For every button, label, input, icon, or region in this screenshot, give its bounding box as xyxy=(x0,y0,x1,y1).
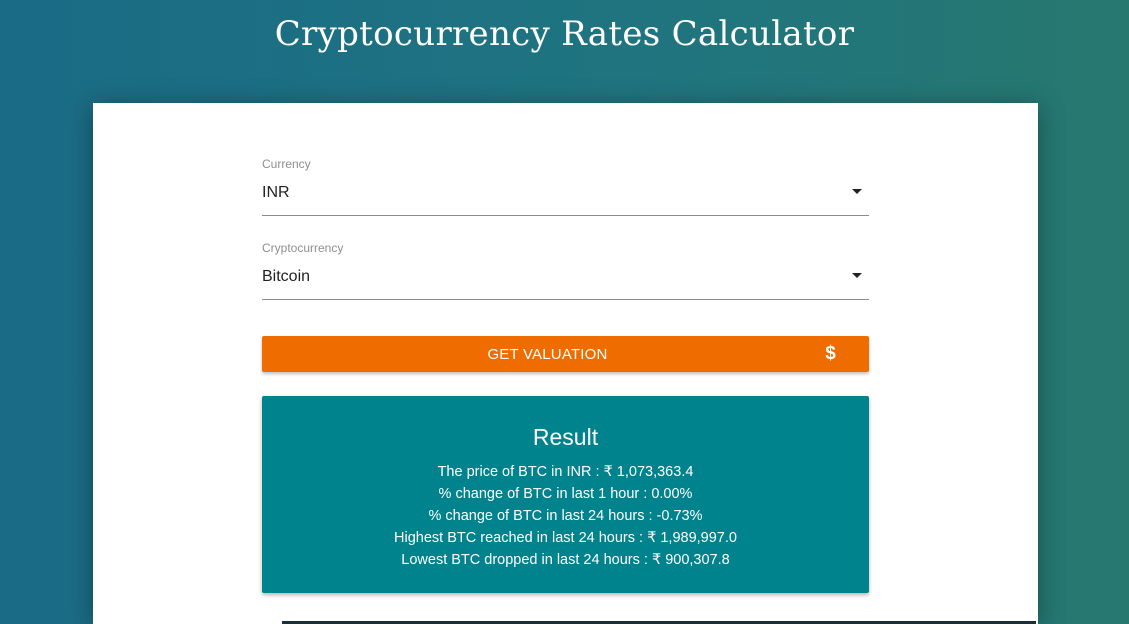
dollar-icon: $ xyxy=(825,343,836,364)
get-valuation-label: GET VALUATION xyxy=(487,346,608,363)
result-list: The price of BTC in INR : ₹ 1,073,363.4 … xyxy=(262,461,869,571)
result-line-low-24h: Lowest BTC dropped in last 24 hours : ₹ … xyxy=(401,552,730,568)
caret-down-icon[interactable] xyxy=(852,189,862,194)
calculator-card: Currency INR Cryptocurrency Bitcoin GET … xyxy=(93,103,1038,624)
result-line-change-1h: % change of BTC in last 1 hour : 0.00% xyxy=(438,486,693,502)
cryptocurrency-value: Bitcoin xyxy=(262,268,311,285)
cryptocurrency-label: Cryptocurrency xyxy=(262,241,344,255)
result-title: Result xyxy=(532,424,599,450)
cryptocurrency-select[interactable]: Cryptocurrency Bitcoin xyxy=(262,241,869,300)
currency-select[interactable]: Currency INR xyxy=(262,157,869,216)
result-line-change-24h: % change of BTC in last 24 hours : -0.73… xyxy=(428,508,703,524)
currency-value: INR xyxy=(262,184,290,201)
page-title: Cryptocurrency Rates Calculator xyxy=(274,14,855,54)
result-line-high-24h: Highest BTC reached in last 24 hours : ₹… xyxy=(394,530,737,546)
caret-down-icon[interactable] xyxy=(852,273,862,278)
currency-label: Currency xyxy=(262,157,311,171)
get-valuation-button[interactable]: GET VALUATION $ xyxy=(262,336,869,372)
result-panel: Result The price of BTC in INR : ₹ 1,073… xyxy=(262,396,869,593)
result-line-price: The price of BTC in INR : ₹ 1,073,363.4 xyxy=(437,464,694,480)
